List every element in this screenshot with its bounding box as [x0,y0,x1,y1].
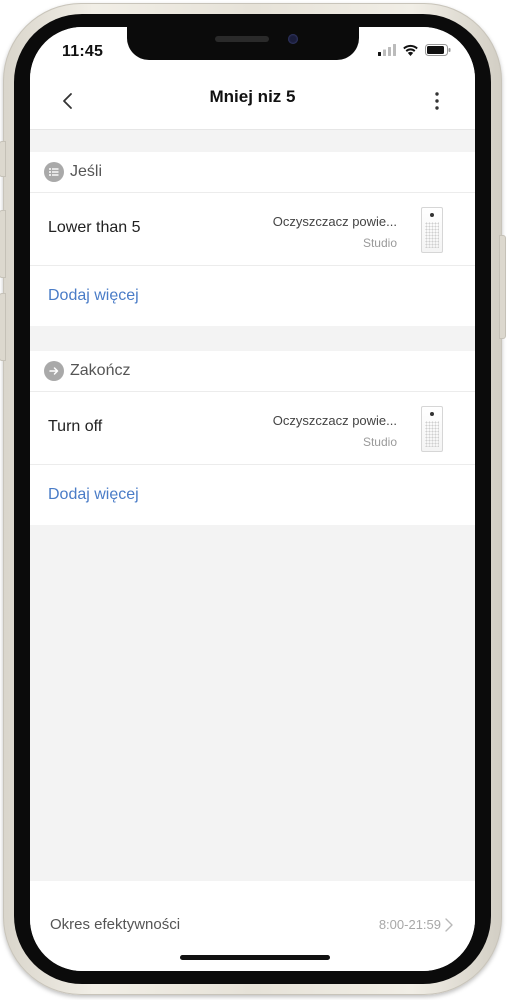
volume-down-button [0,293,6,361]
action-row[interactable]: Turn off Oczyszczacz powie... Studio [30,392,475,465]
if-section-header: Jeśli [30,152,475,193]
action-label: Turn off [48,418,103,435]
phone-frame: 11:45 Mniej niz 5 Jeśli Lower than 5 Ocz… [0,3,506,995]
arrow-right-icon [44,361,64,381]
add-action-button[interactable]: Dodaj więcej [30,465,475,525]
page-title: Mniej niz 5 [209,87,296,106]
volume-up-button [0,210,6,278]
signal-icon [378,44,396,56]
effective-period-value: 8:00-21:59 [378,917,441,932]
speaker [215,36,269,42]
battery-icon [425,44,451,56]
then-section-title: Zakończ [70,362,131,379]
chevron-right-icon [445,918,453,932]
then-section-header: Zakończ [30,351,475,392]
screen: 11:45 Mniej niz 5 Jeśli Lower than 5 Ocz… [30,27,475,971]
condition-label: Lower than 5 [48,219,141,236]
front-camera [288,34,298,44]
power-button [499,235,506,339]
action-device-name: Oczyszczacz powie... [272,413,397,428]
effective-period-label: Okres efektywności [50,916,181,933]
air-purifier-icon [421,207,443,253]
mute-switch [0,141,6,177]
condition-device-name: Oczyszczacz powie... [272,214,397,229]
air-purifier-icon [421,406,443,452]
condition-row[interactable]: Lower than 5 Oczyszczacz powie... Studio [30,193,475,266]
then-section: Zakończ Turn off Oczyszczacz powie... St… [30,351,475,525]
wifi-icon [403,44,418,56]
nav-bar: Mniej niz 5 [30,71,475,130]
if-section: Jeśli Lower than 5 Oczyszczacz powie... … [30,152,475,326]
condition-device-room: Studio [362,236,397,250]
notch [127,27,359,60]
home-indicator[interactable] [180,955,330,960]
status-time: 11:45 [62,43,104,60]
if-section-title: Jeśli [70,163,103,180]
add-condition-button[interactable]: Dodaj więcej [30,266,475,326]
status-icons [378,44,451,56]
list-icon [44,162,64,182]
more-vertical-icon[interactable] [425,89,449,113]
action-device-room: Studio [362,435,397,449]
